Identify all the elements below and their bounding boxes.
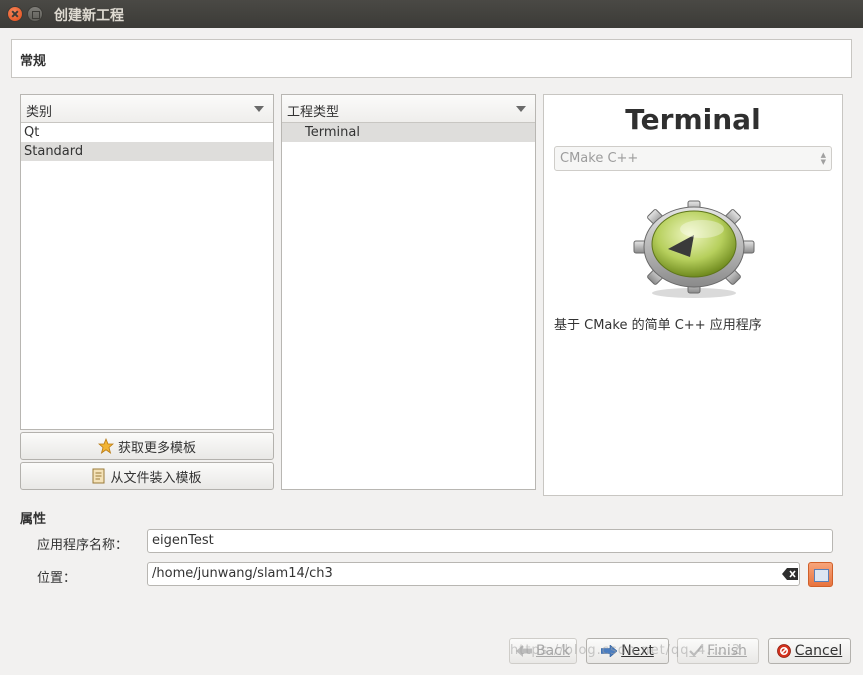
get-more-templates-button[interactable]: 获取更多模板 xyxy=(20,432,274,460)
app-name-label: 应用程序名称： xyxy=(37,538,129,553)
build-system-combo[interactable]: CMake C++ ▲ ▼ xyxy=(554,146,832,171)
category-panel-header[interactable]: 类别 xyxy=(21,95,273,123)
title-bar: 创建新工程 xyxy=(0,0,863,28)
location-input[interactable]: /home/junwang/slam14/ch3 xyxy=(147,562,800,586)
browse-folder-button[interactable] xyxy=(808,562,833,587)
cancel-button[interactable]: Cancel xyxy=(768,638,851,664)
category-item-qt[interactable]: Qt xyxy=(21,123,273,142)
load-template-from-file-label: 从文件装入模板 xyxy=(110,470,202,486)
cancel-icon xyxy=(776,644,791,658)
clear-text-icon[interactable] xyxy=(782,568,798,580)
project-type-panel: 工程类型 Terminal xyxy=(281,94,536,490)
arrow-right-icon xyxy=(601,645,618,657)
checkmark-icon xyxy=(689,645,703,657)
project-type-panel-header[interactable]: 工程类型 xyxy=(282,95,535,123)
close-window-button[interactable] xyxy=(7,6,23,22)
page-header: 常规 xyxy=(11,39,852,78)
page-header-label: 常规 xyxy=(20,54,47,69)
location-label: 位置： xyxy=(37,571,77,586)
properties-title: 属性 xyxy=(20,512,47,527)
load-template-from-file-button[interactable]: 从文件装入模板 xyxy=(20,462,274,490)
star-icon xyxy=(97,438,114,454)
arrow-left-icon xyxy=(516,645,532,657)
template-title: Terminal xyxy=(625,103,761,136)
document-icon xyxy=(92,468,105,484)
chevron-down-icon[interactable] xyxy=(516,106,526,112)
minimize-window-button[interactable] xyxy=(27,6,43,22)
project-type-item-terminal[interactable]: Terminal xyxy=(282,123,535,142)
back-button-label: Back xyxy=(536,643,570,659)
category-panel: 类别 Qt Standard xyxy=(20,94,274,430)
template-description: 基于 CMake 的简单 C++ 应用程序 xyxy=(554,318,762,333)
kdevelop-gear-icon xyxy=(633,200,755,298)
finish-button[interactable]: Finish xyxy=(677,638,759,664)
project-type-panel-title: 工程类型 xyxy=(287,105,340,120)
category-item-standard[interactable]: Standard xyxy=(21,142,273,161)
app-name-input[interactable]: eigenTest xyxy=(147,529,833,553)
get-more-templates-label: 获取更多模板 xyxy=(117,440,196,456)
build-system-combo-value: CMake C++ xyxy=(560,151,639,166)
finish-button-label: Finish xyxy=(707,643,747,659)
cancel-button-label: Cancel xyxy=(794,643,843,659)
spinner-arrows-icon: ▲ ▼ xyxy=(820,151,826,166)
next-button[interactable]: Next xyxy=(586,638,669,664)
template-preview-panel: Terminal CMake C++ ▲ ▼ 基于 CMake 的简单 C++ … xyxy=(543,94,843,496)
back-button[interactable]: Back xyxy=(509,638,577,664)
window-title: 创建新工程 xyxy=(54,8,124,24)
chevron-down-icon[interactable] xyxy=(254,106,264,112)
category-panel-title: 类别 xyxy=(26,105,53,120)
next-button-label: Next xyxy=(621,643,654,659)
